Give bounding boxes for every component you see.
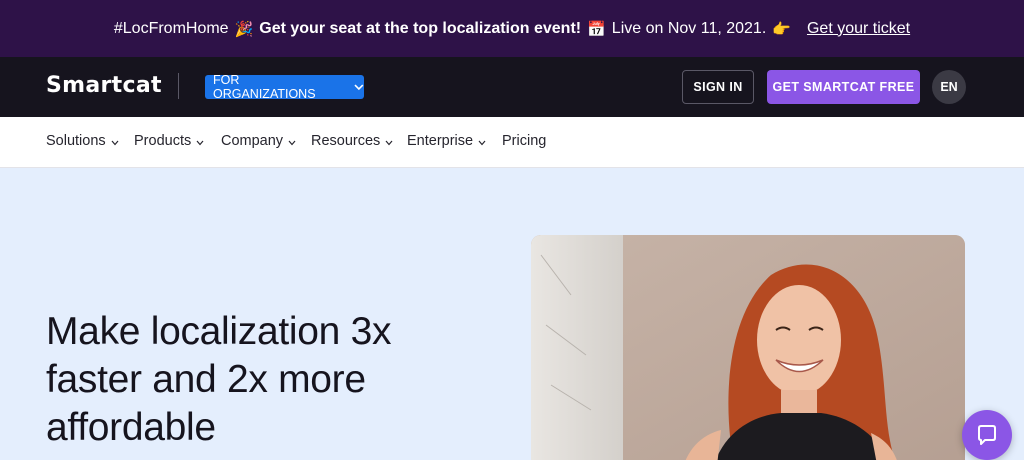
chat-button[interactable]	[962, 410, 1012, 460]
main-nav: Solutions Products Company Resources Ent…	[0, 117, 1024, 168]
calendar-icon: 📅	[587, 20, 606, 38]
promo-headline: Get your seat at the top localization ev…	[259, 19, 582, 37]
chevron-down-icon	[478, 140, 486, 146]
nav-item-products[interactable]: Products	[134, 133, 204, 149]
nav-item-label: Resources	[311, 133, 381, 149]
hero-title-line: affordable	[46, 406, 216, 449]
hero-title: Make localization 3x faster and 2x more …	[46, 308, 486, 452]
nav-item-enterprise[interactable]: Enterprise	[407, 133, 486, 149]
hero-photo-illustration	[531, 235, 965, 460]
pointing-hand-icon: 👉	[772, 20, 791, 38]
nav-item-label: Solutions	[46, 133, 106, 149]
promo-live-text: Live on Nov 11, 2021.	[611, 19, 767, 37]
organizations-select[interactable]: FOR ORGANIZATIONS	[205, 73, 364, 101]
hero-title-line: faster and 2x more	[46, 358, 366, 401]
chat-bubble-icon	[978, 425, 996, 445]
sign-in-button[interactable]: SIGN IN	[682, 70, 754, 104]
chevron-down-icon	[385, 140, 393, 146]
language-switcher[interactable]: EN	[932, 70, 966, 104]
chevron-down-icon	[354, 84, 364, 90]
header-divider	[178, 73, 179, 99]
promo-banner: #LocFromHome 🎉 Get your seat at the top …	[0, 0, 1024, 57]
party-icon: 🎉	[234, 20, 254, 38]
hero-photo	[531, 235, 965, 460]
hero-title-line: Make localization 3x	[46, 310, 392, 353]
organizations-select-label: FOR ORGANIZATIONS	[213, 73, 316, 101]
chevron-down-icon	[196, 140, 204, 146]
nav-item-resources[interactable]: Resources	[311, 133, 393, 149]
nav-item-label: Enterprise	[407, 133, 474, 149]
promo-hashtag: #LocFromHome	[113, 19, 229, 37]
nav-item-company[interactable]: Company	[221, 133, 296, 149]
nav-item-label: Products	[134, 133, 192, 149]
chevron-down-icon	[288, 140, 296, 146]
get-smartcat-free-button[interactable]: GET SMARTCAT FREE	[767, 70, 920, 104]
get-ticket-link[interactable]: Get your ticket	[807, 20, 910, 38]
chevron-down-icon	[111, 140, 119, 146]
nav-item-solutions[interactable]: Solutions	[46, 133, 119, 149]
site-header: Smartcat FOR ORGANIZATIONS SIGN IN GET S…	[0, 57, 1024, 117]
nav-item-pricing[interactable]: Pricing	[502, 133, 546, 149]
nav-item-label: Pricing	[502, 133, 547, 149]
nav-item-label: Company	[221, 133, 284, 149]
smartcat-logo[interactable]: Smartcat	[46, 73, 162, 98]
